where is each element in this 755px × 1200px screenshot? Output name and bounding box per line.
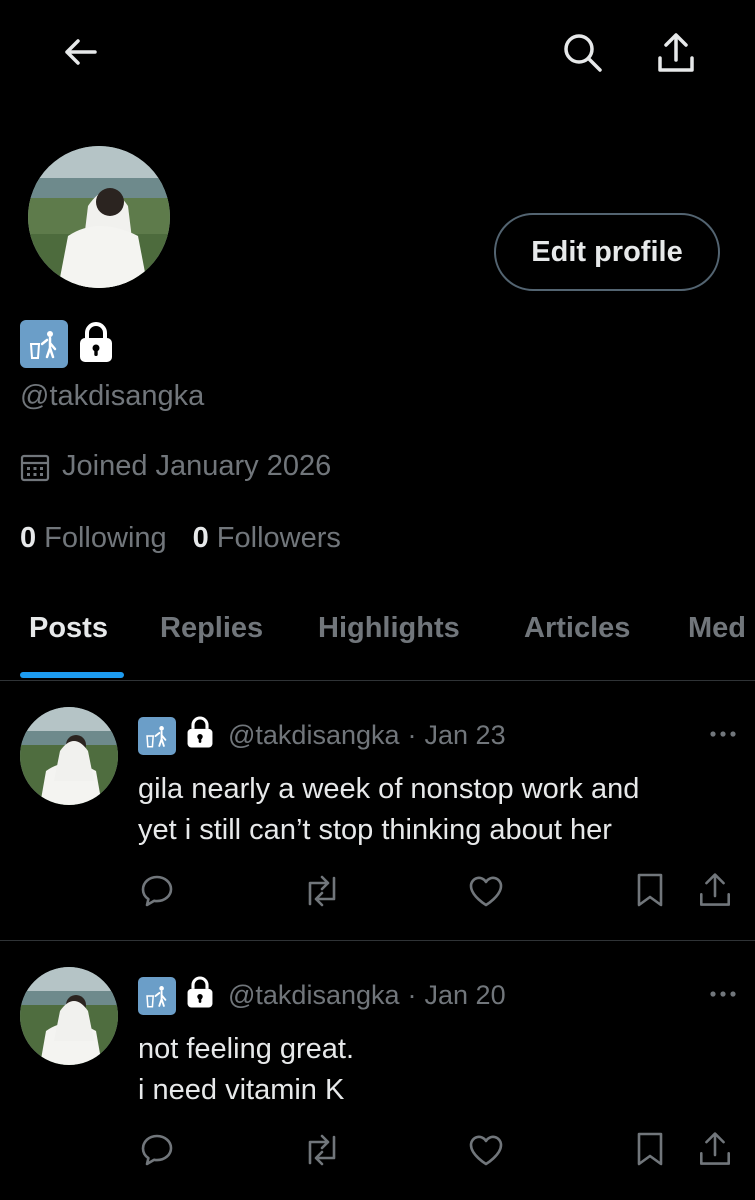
- litter-in-bin-emoji-icon: [138, 976, 176, 1015]
- joined-text: Joined January 2026: [62, 450, 332, 482]
- following-count: 0: [20, 522, 37, 554]
- more-options-icon[interactable]: [708, 987, 738, 1001]
- share-icon: [658, 33, 694, 72]
- share-profile-button[interactable]: [652, 28, 700, 78]
- litter-in-bin-emoji-icon: [20, 320, 68, 368]
- post-item[interactable]: @takdisangka · Jan 23 gila nearly a week…: [0, 681, 755, 940]
- profile-avatar[interactable]: [28, 146, 170, 288]
- more-options-icon[interactable]: [708, 727, 738, 741]
- like-icon[interactable]: [468, 874, 504, 908]
- repost-icon[interactable]: [301, 874, 343, 908]
- post-handle[interactable]: @takdisangka: [228, 980, 400, 1011]
- lock-icon: [78, 321, 114, 368]
- share-icon[interactable]: [698, 872, 732, 908]
- bookmark-icon[interactable]: [636, 1131, 664, 1167]
- post-text: gila nearly a week of nonstop work and y…: [138, 773, 640, 846]
- joined-date: Joined January 2026: [20, 450, 331, 483]
- post-header: @takdisangka · Jan 20: [138, 975, 506, 1016]
- bookmark-icon[interactable]: [636, 872, 664, 908]
- post-header: @takdisangka · Jan 23: [138, 715, 506, 756]
- post-text: not feeling great. i need vitamin K: [138, 1033, 355, 1106]
- post-date[interactable]: Jan 20: [425, 980, 506, 1011]
- post-item[interactable]: @takdisangka · Jan 20 not feeling great.…: [0, 941, 755, 1200]
- reply-icon[interactable]: [140, 1133, 174, 1167]
- like-icon[interactable]: [468, 1133, 504, 1167]
- post-avatar[interactable]: [20, 967, 118, 1065]
- litter-in-bin-emoji-icon: [138, 716, 176, 755]
- share-icon[interactable]: [698, 1131, 732, 1167]
- tab-highlights[interactable]: Highlights: [318, 612, 460, 645]
- reply-icon[interactable]: [140, 874, 174, 908]
- post-separator: ·: [407, 980, 417, 1010]
- post-date[interactable]: Jan 23: [425, 720, 506, 751]
- lock-icon: [186, 715, 214, 756]
- profile-tabs: Posts Replies Highlights Articles Med: [0, 600, 755, 681]
- back-button[interactable]: [56, 30, 104, 74]
- search-button[interactable]: [558, 28, 608, 78]
- profile-handle: @takdisangka: [20, 380, 205, 412]
- back-arrow-icon: [65, 39, 97, 65]
- followers-label: Followers: [216, 522, 341, 554]
- follow-counts: 0 Following 0 Followers: [20, 522, 341, 555]
- calendar-icon: [20, 454, 50, 481]
- tab-replies[interactable]: Replies: [160, 612, 263, 645]
- post-avatar[interactable]: [20, 707, 118, 805]
- following-label: Following: [44, 522, 167, 554]
- active-tab-indicator: [20, 672, 124, 678]
- search-icon: [564, 34, 602, 72]
- tab-posts[interactable]: Posts: [29, 612, 108, 645]
- followers-link[interactable]: 0 Followers: [193, 522, 341, 555]
- post-separator: ·: [407, 720, 417, 750]
- repost-icon[interactable]: [301, 1133, 343, 1167]
- display-name: [20, 320, 114, 368]
- following-link[interactable]: 0 Following: [20, 522, 167, 555]
- tab-articles[interactable]: Articles: [524, 612, 630, 645]
- edit-profile-button[interactable]: Edit profile: [494, 213, 720, 291]
- followers-count: 0: [192, 522, 209, 554]
- post-handle[interactable]: @takdisangka: [228, 720, 400, 751]
- lock-icon: [186, 975, 214, 1016]
- tab-media[interactable]: Med: [688, 612, 746, 645]
